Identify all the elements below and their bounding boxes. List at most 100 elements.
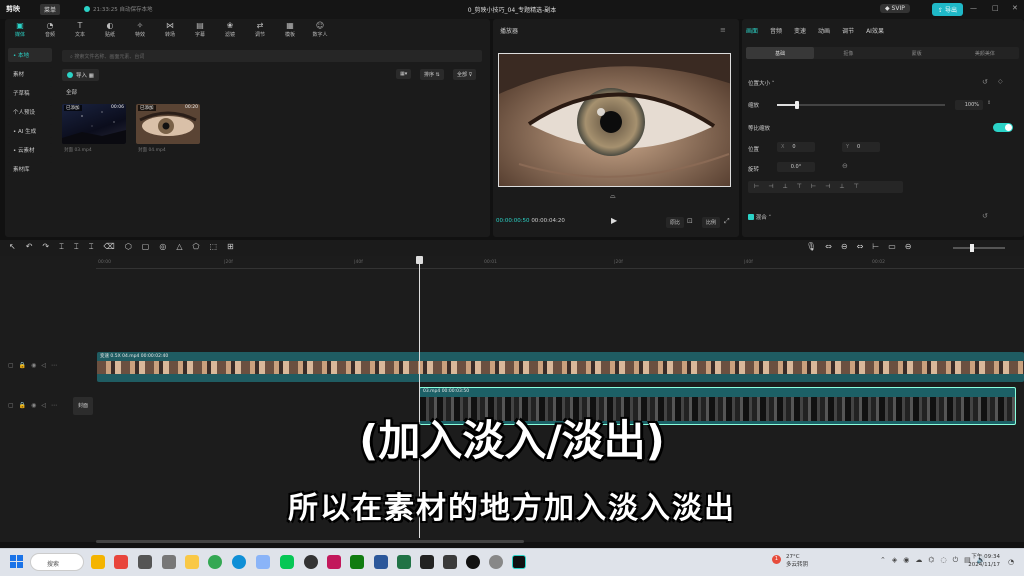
- document-title: 0_剪映小技巧_04_专题精选-副本: [467, 7, 557, 14]
- keyframe-icon[interactable]: ◇: [998, 78, 1003, 85]
- video-preview[interactable]: [498, 53, 731, 187]
- tab-adjust[interactable]: 调节: [842, 26, 854, 35]
- settings-icon[interactable]: [489, 555, 503, 569]
- subtab-mask[interactable]: 蒙版: [883, 47, 951, 59]
- player-menu-icon[interactable]: ≡: [720, 26, 726, 34]
- edge-icon[interactable]: [232, 555, 246, 569]
- tiktok-icon[interactable]: [466, 555, 480, 569]
- tool-media[interactable]: ▣ 媒体: [5, 19, 35, 41]
- filter-funnel-icon: ⊽: [468, 72, 473, 78]
- ratio-button[interactable]: 原比: [666, 217, 685, 228]
- rotate-input[interactable]: 0.0°: [777, 162, 815, 172]
- tab-audio[interactable]: 音频: [770, 26, 782, 35]
- capcut-active-icon[interactable]: [512, 555, 526, 569]
- tool-filter[interactable]: ❀ 滤镜: [215, 19, 245, 41]
- anchor-icon[interactable]: ⌓: [610, 192, 616, 201]
- align-buttons[interactable]: ⊢⊣⊥⊤⊢⊣⊥⊤: [748, 181, 903, 193]
- taskbar-app-icon[interactable]: [304, 555, 318, 569]
- svip-label: SVIP: [891, 5, 905, 12]
- word-icon[interactable]: [374, 555, 388, 569]
- tool-effects[interactable]: ✧ 特效: [125, 19, 155, 41]
- taskbar-app-icon[interactable]: [162, 555, 176, 569]
- tool-audio[interactable]: ◔ 音频: [35, 19, 65, 41]
- filter-button[interactable]: 全部 ⊽: [453, 69, 477, 80]
- tool-adjust[interactable]: ⇄ 调节: [245, 19, 275, 41]
- close-button[interactable]: ✕: [1012, 4, 1018, 12]
- sidebar-item-library[interactable]: 素材库: [8, 162, 52, 176]
- edit-tools[interactable]: ↖↶↷⌶⌶⌶⌫⬡▢◎△⬠⬚⊞: [9, 242, 244, 252]
- position-x-input[interactable]: X 0: [777, 142, 815, 152]
- scale-slider[interactable]: [777, 101, 945, 109]
- maximize-button[interactable]: □: [992, 4, 999, 12]
- capcut-icon[interactable]: [420, 555, 434, 569]
- chrome-icon[interactable]: [208, 555, 222, 569]
- minimize-button[interactable]: —: [970, 4, 977, 12]
- tab-speed[interactable]: 变速: [794, 26, 806, 35]
- taskbar-app-icon[interactable]: [91, 555, 105, 569]
- line-icon[interactable]: [280, 555, 294, 569]
- subtab-keying[interactable]: 抠像: [814, 47, 882, 59]
- track1-controls[interactable]: ▢🔒◉◁⋯: [8, 362, 62, 369]
- tab-animation[interactable]: 动画: [818, 26, 830, 35]
- tab-ai-effects[interactable]: AI效果: [866, 26, 884, 35]
- sidebar-item-subdraft[interactable]: 子草稿: [8, 86, 52, 100]
- sidebar-item-material[interactable]: 素材: [8, 67, 52, 81]
- subtab-basic[interactable]: 基础: [746, 47, 815, 59]
- timeline-right-tools[interactable]: 🎙⇔⊖⇔⊢▭⊖: [806, 242, 921, 251]
- media-clip-03[interactable]: 已添加 00:06: [62, 104, 126, 144]
- reset-icon[interactable]: ↺: [982, 78, 988, 86]
- scale-slider-handle[interactable]: [795, 101, 800, 109]
- focus-icon[interactable]: ⊡: [687, 217, 693, 225]
- taskbar-clock[interactable]: 下午 09:34 2024/11/17: [964, 553, 1000, 569]
- sidebar-item-presets[interactable]: 个人预设: [8, 105, 52, 119]
- excel-icon[interactable]: [397, 555, 411, 569]
- sort-button[interactable]: 排序 ⇅: [420, 69, 444, 80]
- play-button[interactable]: ▶: [611, 216, 617, 225]
- scale-value-input[interactable]: 100%: [955, 100, 983, 110]
- taskbar-app-icon[interactable]: [138, 555, 152, 569]
- blend-section[interactable]: 混合 ˅: [748, 213, 771, 221]
- taskbar-app-icon[interactable]: [256, 555, 270, 569]
- timeline-ruler[interactable]: 00:00 |20f |40f 00:01 |20f |40f 00:02: [96, 257, 1024, 269]
- blend-reset-icon[interactable]: ↺: [982, 212, 988, 220]
- rotate-dial-icon[interactable]: ⊖: [842, 162, 848, 170]
- tool-text[interactable]: T 文本: [65, 19, 95, 41]
- taskbar-app-icon[interactable]: [443, 555, 457, 569]
- export-button[interactable]: ⇪ 导出: [932, 3, 963, 16]
- tool-transition[interactable]: ⋈ 转场: [155, 19, 185, 41]
- file-explorer-icon[interactable]: [185, 555, 199, 569]
- video-track-clip-04[interactable]: 变速 0.5X 04.mp4 00:00:02:40: [97, 352, 1024, 382]
- windows-start-icon[interactable]: [10, 555, 23, 568]
- subtab-beauty[interactable]: 美颜美体: [951, 47, 1019, 59]
- taskbar-app-icon[interactable]: [114, 555, 128, 569]
- weather-widget[interactable]: 1 27°C 多云转阴: [772, 553, 808, 569]
- sidebar-item-local[interactable]: • 本地: [8, 48, 52, 62]
- section-position-size[interactable]: 位置大小 ˅: [748, 79, 775, 87]
- xbox-icon[interactable]: [350, 555, 364, 569]
- fullscreen-icon[interactable]: ⤢: [724, 217, 730, 226]
- playhead-handle[interactable]: [416, 256, 423, 264]
- svip-button[interactable]: ◆ SVIP: [880, 4, 910, 13]
- tool-sticker[interactable]: ◐ 贴纸: [95, 19, 125, 41]
- position-y-input[interactable]: Y 0: [842, 142, 880, 152]
- scale-stepper[interactable]: ⇕: [987, 100, 991, 106]
- timeline-scrollbar[interactable]: [96, 540, 524, 543]
- media-search-input[interactable]: ⌕ 搜索文件名称、画面元素、台词: [62, 50, 482, 62]
- import-button[interactable]: 导入 ▦: [62, 69, 99, 81]
- blend-checkbox[interactable]: [748, 214, 754, 220]
- tool-template[interactable]: ▦ 模板: [275, 19, 305, 41]
- media-clip-04[interactable]: 已添加 00:20: [136, 104, 200, 144]
- taskbar-search[interactable]: 搜索: [30, 553, 84, 571]
- sidebar-item-ai[interactable]: • AI 生成: [8, 124, 52, 138]
- taskbar-app-icon[interactable]: [327, 555, 341, 569]
- uniform-scale-toggle[interactable]: [993, 123, 1013, 132]
- tab-picture[interactable]: 画面: [746, 26, 758, 35]
- notification-icon[interactable]: ◔: [1008, 558, 1014, 566]
- tool-avatar[interactable]: ☺ 数字人: [305, 19, 335, 41]
- zoom-handle[interactable]: [970, 244, 974, 252]
- view-toggle-button[interactable]: ▦▾: [396, 69, 412, 79]
- tool-subtitle[interactable]: ▤ 字幕: [185, 19, 215, 41]
- zoom-slider[interactable]: [953, 244, 1005, 252]
- aspect-ratio-button[interactable]: 比例: [702, 217, 721, 228]
- sidebar-item-cloud[interactable]: • 云素材: [8, 143, 52, 157]
